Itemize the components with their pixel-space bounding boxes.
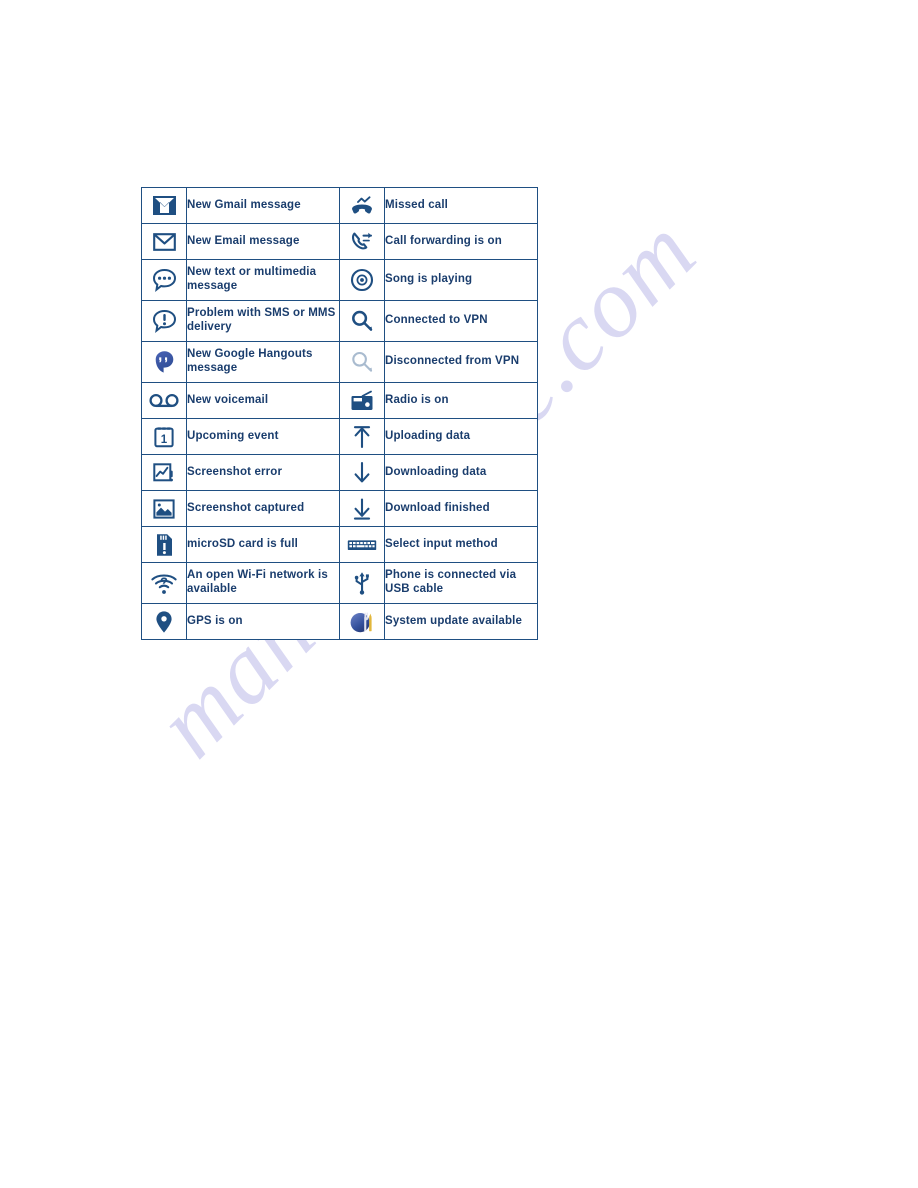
table-row: New Email message Call forwarding is on <box>141 223 538 260</box>
music-disc-icon <box>339 259 385 301</box>
row-label: Problem with SMS or MMS delivery <box>186 300 340 342</box>
row-label: Select input method <box>384 526 538 563</box>
row-label: Radio is on <box>384 382 538 419</box>
row-label: Screenshot captured <box>186 490 340 527</box>
status-icon-table: New Gmail message Missed call New Email … <box>141 187 538 640</box>
table-row: Screenshot error Downloading data <box>141 454 538 491</box>
table-row: New voicemail Radio is on <box>141 382 538 419</box>
gmail-envelope-icon <box>141 187 187 224</box>
calendar-event-icon: 1 <box>141 418 187 455</box>
call-forwarding-icon <box>339 223 385 260</box>
row-label: Call forwarding is on <box>384 223 538 260</box>
table-row: 1 Upcoming event Uploading data <box>141 418 538 455</box>
row-label: New Gmail message <box>186 187 340 224</box>
row-label-text: New text or multimedia message <box>187 266 317 292</box>
row-label: Screenshot error <box>186 454 340 491</box>
svg-text:1: 1 <box>161 434 168 446</box>
row-label: New voicemail <box>186 382 340 419</box>
row-label: Phone is connected via USB cable <box>384 562 538 604</box>
keyboard-input-method-icon <box>339 526 385 563</box>
screenshot-error-icon <box>141 454 187 491</box>
sms-problem-bubble-icon <box>141 300 187 342</box>
row-label: New Email message <box>186 223 340 260</box>
gps-location-icon <box>141 603 187 640</box>
upload-arrow-icon <box>339 418 385 455</box>
missed-call-icon <box>339 187 385 224</box>
voicemail-icon <box>141 382 187 419</box>
row-label: Missed call <box>384 187 538 224</box>
icon-table-container: New Gmail message Missed call New Email … <box>141 187 538 640</box>
vpn-key-disconnected-icon <box>339 341 385 383</box>
system-update-icon <box>339 603 385 640</box>
row-label: Download finished <box>384 490 538 527</box>
row-label: System update available <box>384 603 538 640</box>
table-row: GPS is on System update available <box>141 603 538 640</box>
screenshot-captured-icon <box>141 490 187 527</box>
usb-connection-icon <box>339 562 385 604</box>
table-row: Problem with SMS or MMS delivery Connect… <box>141 300 538 342</box>
row-label-text: Phone is connected via USB cable <box>385 569 517 595</box>
row-label: Downloading data <box>384 454 538 491</box>
table-row: New Gmail message Missed call <box>141 187 538 224</box>
row-label: Upcoming event <box>186 418 340 455</box>
row-label-text: Problem with SMS or MMS delivery <box>187 307 336 333</box>
row-label: Uploading data <box>384 418 538 455</box>
table-row: New text or multimedia message Song is p… <box>141 259 538 301</box>
vpn-key-connected-icon <box>339 300 385 342</box>
download-arrow-icon <box>339 454 385 491</box>
row-label: GPS is on <box>186 603 340 640</box>
sms-message-bubble-icon <box>141 259 187 301</box>
microsd-card-full-icon <box>141 526 187 563</box>
open-wifi-network-icon: ? <box>141 562 187 604</box>
row-label-text: New Google Hangouts message <box>187 348 313 374</box>
row-label-text: An open Wi-Fi network is available <box>187 569 328 595</box>
row-label: Song is playing <box>384 259 538 301</box>
table-row: New Google Hangouts message Disconnected… <box>141 341 538 383</box>
row-label: New text or multimedia message <box>186 259 340 301</box>
email-envelope-icon <box>141 223 187 260</box>
row-label: An open Wi-Fi network is available <box>186 562 340 604</box>
table-row: Screenshot captured Download finished <box>141 490 538 527</box>
google-hangouts-icon <box>141 341 187 383</box>
row-label: microSD card is full <box>186 526 340 563</box>
radio-icon <box>339 382 385 419</box>
download-finished-icon <box>339 490 385 527</box>
svg-text:?: ? <box>160 574 168 589</box>
row-label: Connected to VPN <box>384 300 538 342</box>
table-row: ? An open Wi-Fi network is available Pho… <box>141 562 538 604</box>
row-label: New Google Hangouts message <box>186 341 340 383</box>
table-row: microSD card is full Select input method <box>141 526 538 563</box>
row-label: Disconnected from VPN <box>384 341 538 383</box>
